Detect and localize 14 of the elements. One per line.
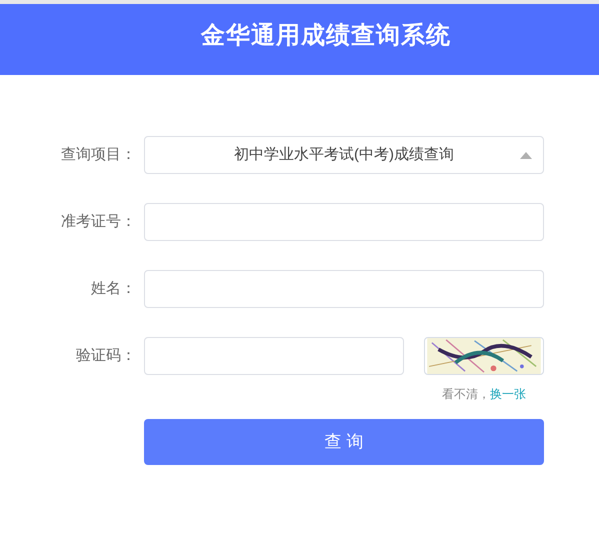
query-button[interactable]: 查 询	[144, 419, 544, 465]
refresh-hint: 看不清，	[442, 386, 490, 403]
refresh-link[interactable]: 换一张	[490, 385, 526, 403]
field-label: 查询项目：	[61, 144, 136, 165]
field-label: 准考证号：	[61, 212, 136, 232]
field-label: 姓名：	[91, 278, 136, 299]
input-field[interactable]	[144, 203, 544, 241]
field-label: 验证码：	[76, 346, 136, 366]
captcha-field[interactable]	[144, 337, 404, 375]
project-select[interactable]: 初中学业水平考试(中考)成绩查询	[144, 136, 544, 174]
input-field[interactable]	[144, 270, 544, 308]
page-title: 金华通用成绩查询系统	[201, 21, 451, 51]
select-value: 初中学业水平考试(中考)成绩查询	[234, 144, 454, 165]
caret-icon	[520, 152, 532, 159]
